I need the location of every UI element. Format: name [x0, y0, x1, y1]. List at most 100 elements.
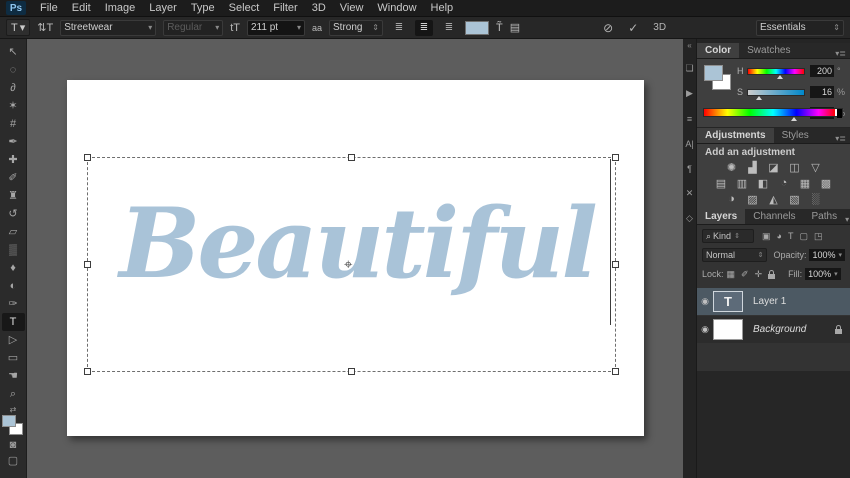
selection-handle[interactable]: [84, 261, 91, 268]
menu-filter[interactable]: Filter: [273, 2, 297, 14]
panel-menu-icon[interactable]: ▾≣: [835, 134, 850, 143]
lasso-tool[interactable]: ∂: [2, 79, 25, 97]
history-brush-tool[interactable]: ↺: [2, 205, 25, 223]
brightness-slider-marker[interactable]: [791, 117, 797, 121]
photo-filter-icon[interactable]: ◔: [777, 177, 791, 190]
layer-row-layer-1[interactable]: ◉ T Layer 1: [697, 288, 850, 315]
filter-smart-objects-icon[interactable]: ◳: [814, 231, 823, 242]
menu-3d[interactable]: 3D: [312, 2, 326, 14]
hue-value[interactable]: 200: [810, 65, 834, 77]
filter-pixel-layers-icon[interactable]: ▣: [762, 231, 771, 242]
lock-transparency-icon[interactable]: ▦: [727, 269, 736, 280]
selection-handle[interactable]: [612, 368, 619, 375]
tab-styles[interactable]: Styles: [774, 128, 817, 143]
exposure-icon[interactable]: ◫: [788, 161, 802, 174]
type-tool[interactable]: T: [2, 313, 25, 331]
expand-panels-icon[interactable]: «: [687, 41, 691, 50]
paragraph-panel-icon[interactable]: ¶: [687, 156, 692, 181]
foreground-color-swatch[interactable]: [2, 415, 16, 427]
tab-layers[interactable]: Layers: [697, 209, 745, 224]
posterize-icon[interactable]: ▨: [746, 193, 760, 206]
3d-button[interactable]: 3D: [653, 22, 666, 33]
type-tool-preset-icon[interactable]: T ▾: [6, 19, 30, 36]
tool-presets-panel-icon[interactable]: ✕: [686, 181, 694, 206]
hue-slider-marker[interactable]: [777, 75, 783, 79]
saturation-slider-marker[interactable]: [756, 96, 762, 100]
menu-image[interactable]: Image: [105, 2, 136, 14]
black-white-icon[interactable]: ◧: [756, 177, 770, 190]
tab-adjustments[interactable]: Adjustments: [697, 128, 774, 143]
font-family-select[interactable]: Streetwear ▾: [60, 20, 156, 36]
fill-field[interactable]: 100% ▾: [805, 268, 841, 280]
menu-window[interactable]: Window: [377, 2, 416, 14]
visibility-eye-icon[interactable]: ◉: [697, 296, 713, 307]
tab-paths[interactable]: Paths: [804, 209, 846, 224]
path-selection-tool[interactable]: ▷: [2, 331, 25, 349]
selection-handle[interactable]: [348, 368, 355, 375]
lock-all-icon[interactable]: [768, 274, 775, 279]
eyedropper-tool[interactable]: ✒: [2, 133, 25, 151]
menu-layer[interactable]: Layer: [149, 2, 177, 14]
brightness-contrast-icon[interactable]: ✺: [725, 161, 739, 174]
cancel-edits-button[interactable]: ⊘: [603, 21, 613, 35]
background-name[interactable]: Background: [753, 324, 806, 335]
dodge-tool[interactable]: ◐: [2, 277, 25, 295]
layer-filter-select[interactable]: ⌕ Kind ⇕: [702, 229, 754, 243]
warp-text-icon[interactable]: T̃: [496, 22, 503, 34]
font-size-select[interactable]: 211 pt ▾: [247, 20, 305, 36]
selection-handle[interactable]: [84, 368, 91, 375]
panel-menu-icon[interactable]: ▾≣: [835, 49, 850, 58]
menu-view[interactable]: View: [340, 2, 364, 14]
selection-handle[interactable]: [84, 154, 91, 161]
pen-tool[interactable]: ✑: [2, 295, 25, 313]
filter-shape-layers-icon[interactable]: ▢: [799, 231, 808, 242]
font-style-select[interactable]: Regular ▾: [163, 20, 223, 36]
hue-saturation-icon[interactable]: ▤: [714, 177, 728, 190]
gradient-tool[interactable]: ▒: [2, 241, 25, 259]
properties-panel-icon[interactable]: ≡: [687, 106, 692, 131]
3d-panel-icon[interactable]: ◇: [686, 206, 693, 231]
commit-edits-button[interactable]: ✓: [628, 21, 638, 35]
quick-mask-button[interactable]: ◙: [10, 439, 17, 451]
vibrance-icon[interactable]: ▽: [809, 161, 823, 174]
layer-1-thumbnail[interactable]: T: [713, 291, 743, 312]
tab-channels[interactable]: Channels: [745, 209, 803, 224]
background-thumbnail[interactable]: [713, 319, 743, 340]
actions-panel-icon[interactable]: ▶: [686, 81, 693, 106]
gradient-map-icon[interactable]: ░: [809, 193, 823, 206]
eraser-tool[interactable]: ▱: [2, 223, 25, 241]
selection-handle[interactable]: [348, 154, 355, 161]
hue-slider[interactable]: [747, 68, 805, 75]
curves-icon[interactable]: ◪: [767, 161, 781, 174]
clone-stamp-tool[interactable]: ♜: [2, 187, 25, 205]
align-center-button[interactable]: ≣: [415, 20, 433, 36]
crop-tool[interactable]: #: [2, 115, 25, 133]
visibility-eye-icon[interactable]: ◉: [697, 324, 713, 335]
lock-move-icon[interactable]: ✛: [755, 269, 763, 280]
selection-handle[interactable]: [612, 261, 619, 268]
blur-tool[interactable]: ♦: [2, 259, 25, 277]
menu-help[interactable]: Help: [431, 2, 454, 14]
magic-wand-tool[interactable]: ✶: [2, 97, 25, 115]
filter-adjustment-layers-icon[interactable]: ◕: [777, 231, 782, 241]
menu-select[interactable]: Select: [229, 2, 260, 14]
workspace-select[interactable]: Essentials ⇕: [756, 20, 844, 36]
screen-mode-button[interactable]: ▢: [8, 454, 18, 467]
text-color-swatch[interactable]: [465, 21, 489, 35]
swap-colors-icon[interactable]: ⇄: [10, 405, 17, 414]
align-right-button[interactable]: ≣: [440, 20, 458, 36]
saturation-slider[interactable]: [747, 89, 805, 96]
lock-paint-icon[interactable]: ✐: [741, 269, 749, 280]
panel-foreground-swatch[interactable]: [704, 65, 723, 81]
brush-tool[interactable]: ✐: [2, 169, 25, 187]
character-panel-icon[interactable]: A|: [685, 131, 693, 156]
menu-edit[interactable]: Edit: [72, 2, 91, 14]
selective-color-icon[interactable]: ▧: [788, 193, 802, 206]
hand-tool[interactable]: ☚: [2, 367, 25, 385]
menu-type[interactable]: Type: [191, 2, 215, 14]
toggle-panels-icon[interactable]: ▤: [510, 21, 520, 34]
text-orientation-icon[interactable]: ⇅T: [37, 21, 53, 34]
filter-type-layers-icon[interactable]: T: [788, 231, 794, 241]
align-left-button[interactable]: ≣: [390, 20, 408, 36]
history-panel-icon[interactable]: ❏: [685, 56, 693, 81]
